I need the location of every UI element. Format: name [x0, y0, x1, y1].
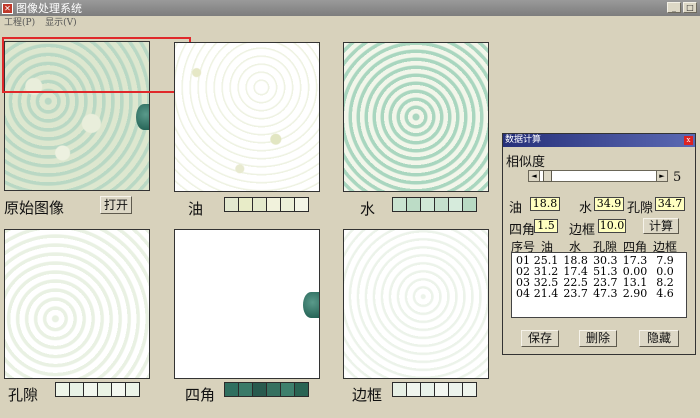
similarity-slider[interactable]: ◄ ► [528, 170, 668, 182]
slider-right-arrow[interactable]: ► [656, 170, 668, 182]
table-row[interactable]: 04 21.4 23.7 47.3 2.90 4.6 [516, 288, 682, 299]
pore-swatch [69, 382, 84, 397]
data-calc-dialog: 数据计算 x 相似度 ◄ ► 5 油 18.8 水 34.9 孔隙 34.7 四… [502, 133, 696, 355]
cell-pore: 47.3 [593, 287, 618, 300]
slider-thumb[interactable] [543, 170, 552, 182]
pore-swatch [83, 382, 98, 397]
water-swatch [406, 197, 421, 212]
corner-label: 四角 [185, 386, 216, 404]
selection-highlight [2, 37, 191, 93]
hide-button[interactable]: 隐藏 [639, 330, 679, 347]
water-swatches [392, 197, 477, 212]
delete-button[interactable]: 删除 [579, 330, 617, 347]
app-icon: ✕ [2, 2, 13, 14]
pore-swatch [55, 382, 70, 397]
water-swatch [462, 197, 477, 212]
pore-field-label: 孔隙 [627, 201, 654, 216]
oil-swatch [252, 197, 267, 212]
title-bar: ✕ 图像处理系统 _ □ [0, 0, 700, 16]
cell-index: 04 [516, 287, 530, 300]
edge-swatch [392, 382, 407, 397]
oil-value: 18.8 [530, 197, 560, 211]
slider-left-arrow[interactable]: ◄ [528, 170, 540, 182]
cell-edge: 4.6 [656, 287, 674, 300]
corner-value: 1.5 [534, 219, 558, 233]
water-label: 水 [360, 200, 376, 218]
edge-swatches [392, 382, 477, 397]
oil-image [175, 43, 319, 191]
oil-image-panel [174, 42, 320, 192]
pore-swatches [55, 382, 140, 397]
corner-image [175, 230, 319, 378]
water-swatch [420, 197, 435, 212]
oil-swatch [224, 197, 239, 212]
water-swatch [448, 197, 463, 212]
pore-image-panel [4, 229, 150, 379]
edge-value: 10.0 [598, 219, 626, 233]
corner-blob [303, 292, 319, 318]
cell-water: 23.7 [563, 287, 588, 300]
oil-swatch [266, 197, 281, 212]
corner-blob [136, 104, 149, 130]
corner-swatch [238, 382, 253, 397]
pore-swatch [111, 382, 126, 397]
cell-corner: 2.90 [622, 287, 648, 300]
water-swatch [392, 197, 407, 212]
window-title: 图像处理系统 [16, 2, 82, 15]
edge-image [344, 230, 488, 378]
maximize-button[interactable]: □ [683, 2, 697, 13]
similarity-value: 5 [673, 170, 682, 185]
oil-swatch [280, 197, 295, 212]
original-image-label: 原始图像 [4, 199, 65, 217]
edge-swatch [406, 382, 421, 397]
water-image [344, 43, 488, 191]
corner-swatch [280, 382, 295, 397]
water-field-label: 水 [579, 201, 593, 216]
oil-swatch [294, 197, 309, 212]
corner-swatches [224, 382, 309, 397]
oil-swatches [224, 197, 309, 212]
dialog-close-button[interactable]: x [684, 136, 693, 145]
water-value: 34.9 [594, 197, 624, 211]
calculate-button[interactable]: 计算 [643, 218, 679, 234]
edge-image-panel [343, 229, 489, 379]
corner-image-panel [174, 229, 320, 379]
edge-swatch [448, 382, 463, 397]
results-list[interactable]: 01 25.1 18.8 30.3 17.3 7.9 02 31.2 17.4 … [511, 252, 687, 318]
water-swatch [434, 197, 449, 212]
pore-image [5, 230, 149, 378]
corner-field-label: 四角 [509, 223, 536, 238]
corner-swatch [252, 382, 267, 397]
dialog-title: 数据计算 [505, 135, 542, 145]
edge-swatch [462, 382, 477, 397]
oil-field-label: 油 [509, 201, 523, 216]
dialog-title-bar: 数据计算 x [503, 134, 695, 147]
pore-swatch [125, 382, 140, 397]
water-image-panel [343, 42, 489, 192]
window-controls: _ □ [667, 2, 697, 13]
edge-label: 边框 [352, 386, 383, 404]
cell-oil: 21.4 [533, 287, 559, 300]
save-button[interactable]: 保存 [521, 330, 559, 347]
pore-value: 34.7 [655, 197, 685, 211]
open-button[interactable]: 打开 [100, 196, 132, 214]
corner-swatch [266, 382, 281, 397]
pore-label: 孔隙 [8, 386, 39, 404]
edge-swatch [420, 382, 435, 397]
pore-swatch [97, 382, 112, 397]
edge-swatch [434, 382, 449, 397]
menu-bar: 工程(P) 显示(V) [0, 16, 700, 30]
corner-swatch [294, 382, 309, 397]
oil-swatch [238, 197, 253, 212]
minimize-button[interactable]: _ [667, 2, 681, 13]
menu-display[interactable]: 显示(V) [45, 16, 77, 30]
edge-field-label: 边框 [569, 223, 596, 238]
similarity-label: 相似度 [506, 155, 546, 170]
corner-swatch [224, 382, 239, 397]
menu-project[interactable]: 工程(P) [4, 16, 35, 30]
oil-label: 油 [188, 200, 204, 218]
